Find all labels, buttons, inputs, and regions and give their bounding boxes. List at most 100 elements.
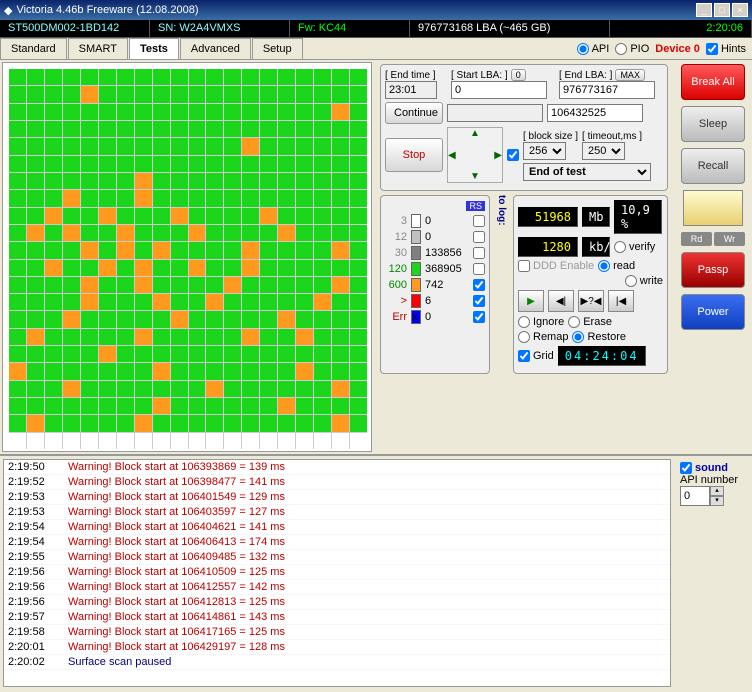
map-cell [27,138,44,154]
tab-tests[interactable]: Tests [129,38,179,59]
read-radio[interactable]: read [598,260,635,272]
current-lba-field[interactable] [547,104,643,122]
close-button[interactable]: × [732,3,748,17]
arrow-up-icon[interactable]: ▲ [470,128,480,139]
arrow-right-icon[interactable]: ▶ [494,150,502,161]
step-back-button[interactable]: ◀| [548,290,574,312]
map-cell [153,346,170,362]
map-cell [9,225,26,241]
stop-button[interactable]: Stop [385,138,443,172]
pio-radio[interactable]: PIO [615,43,649,55]
map-cell [9,398,26,414]
map-cell [314,173,331,189]
api-radio[interactable]: API [577,43,610,55]
map-cell [9,86,26,102]
continue-button[interactable]: Continue [385,102,443,124]
map-cell [206,242,223,258]
map-cell [189,329,206,345]
tab-standard[interactable]: Standard [0,38,67,59]
legend-row[interactable]: 30 [385,214,485,228]
tab-smart[interactable]: SMART [68,38,128,59]
legend-row[interactable]: 120368905 [385,262,485,276]
blocksize-select[interactable]: 256 [523,142,566,160]
map-cell [171,138,188,154]
nav-arrows[interactable]: ▲ ▼ ◀ ▶ [447,127,503,183]
remap-radio[interactable]: Remap [518,331,568,343]
passp-button[interactable]: Passp [681,252,745,288]
map-cell [278,138,295,154]
grid-checkbox[interactable]: Grid [518,350,554,362]
legend-row[interactable]: 120 [385,230,485,244]
map-cell [278,104,295,120]
map-cell [242,86,259,102]
nav-checkbox[interactable] [507,149,519,161]
map-cell [296,260,313,276]
apinumber-field[interactable] [680,486,710,506]
map-cell [189,277,206,293]
verify-radio[interactable]: verify [614,241,655,253]
map-cell [45,190,62,206]
write-radio[interactable]: write [625,275,663,287]
apinum-up[interactable]: ▴ [710,486,724,496]
map-cell [135,156,152,172]
startlba-zero-button[interactable]: 0 [511,69,526,81]
map-cell [206,260,223,276]
step-end-button[interactable]: |◀ [608,290,634,312]
map-cell [45,311,62,327]
endtest-select[interactable]: End of test [523,163,651,181]
hints-checkbox[interactable]: Hints [706,43,746,55]
map-cell [153,138,170,154]
sound-checkbox[interactable]: sound [680,462,746,474]
map-cell [9,121,26,137]
map-cell [63,86,80,102]
endlba-field[interactable] [559,81,655,99]
play-button[interactable]: ▶ [518,290,544,312]
endlba-label: [ End LBA: ] [559,70,612,81]
legend-row[interactable]: 600742 [385,278,485,292]
map-cell [171,190,188,206]
map-cell [45,294,62,310]
speed-value: 1280 [518,237,578,257]
map-cell [260,398,277,414]
erase-radio[interactable]: Erase [568,316,612,328]
map-cell [63,260,80,276]
map-cell [171,381,188,397]
ignore-radio[interactable]: Ignore [518,316,564,328]
log-list[interactable]: 2:19:50Warning! Block start at 106393869… [3,459,671,687]
map-cell [314,311,331,327]
seek-button[interactable]: ▶?◀ [578,290,604,312]
map-cell [153,277,170,293]
recall-button[interactable]: Recall [681,148,745,184]
startlba-label: [ Start LBA: ] [451,70,508,81]
timeout-select[interactable]: 250 [582,142,625,160]
map-cell [99,381,116,397]
apinum-down[interactable]: ▾ [710,496,724,506]
arrow-left-icon[interactable]: ◀ [448,150,456,161]
map-cell [117,208,134,224]
legend-row[interactable]: 30133856 [385,246,485,260]
map-cell [99,208,116,224]
map-cell [45,225,62,241]
arrow-down-icon[interactable]: ▼ [470,171,480,182]
map-cell [9,138,26,154]
minimize-button[interactable]: _ [696,3,712,17]
map-cell [296,138,313,154]
map-cell [189,346,206,362]
power-button[interactable]: Power [681,294,745,330]
legend-row[interactable]: >6 [385,294,485,308]
maximize-button[interactable]: □ [714,3,730,17]
map-cell [332,173,349,189]
map-cell [63,69,80,85]
break-all-button[interactable]: Break All [681,64,745,100]
sleep-button[interactable]: Sleep [681,106,745,142]
endlba-max-button[interactable]: MAX [615,69,645,81]
restore-radio[interactable]: Restore [572,331,626,343]
tab-advanced[interactable]: Advanced [180,38,251,59]
map-cell [171,260,188,276]
device-label[interactable]: Device 0 [655,43,700,55]
map-cell [332,208,349,224]
legend-row[interactable]: Errx0 [385,310,485,324]
startlba-field[interactable] [451,81,547,99]
tab-setup[interactable]: Setup [252,38,303,59]
ddd-checkbox[interactable]: DDD Enable [518,260,594,272]
